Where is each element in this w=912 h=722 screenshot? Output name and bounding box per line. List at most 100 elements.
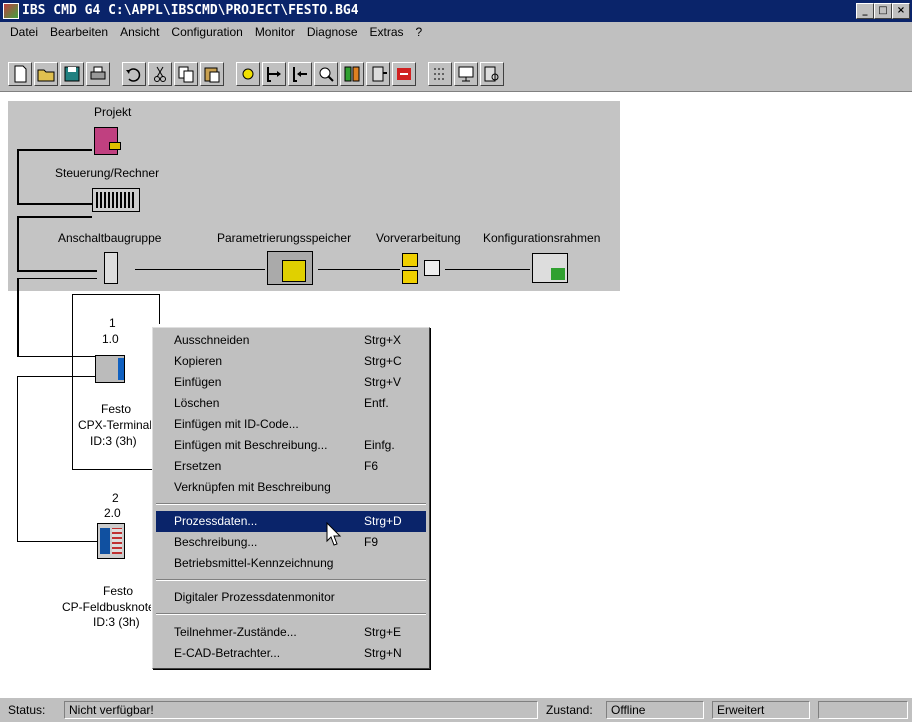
menu-item-shortcut: Entf. (364, 396, 389, 410)
device2-name: CP-Feldbusknoten (62, 600, 151, 614)
projekt-label: Projekt (94, 105, 132, 119)
menu-item-shortcut: Strg+D (364, 514, 402, 528)
menu-item-label: Teilnehmer-Zustände... (174, 625, 297, 639)
menu-bearbeiten[interactable]: Bearbeiten (44, 25, 114, 39)
app-icon (3, 3, 19, 19)
menu-item-prozessdatenmonitor[interactable]: Digitaler Prozessdatenmonitor (156, 587, 426, 608)
menu-item-shortcut: Strg+C (364, 354, 402, 368)
menu-item-ersetzen[interactable]: Ersetzen F6 (156, 456, 426, 477)
monitor-button[interactable] (392, 62, 416, 86)
upload-button[interactable] (288, 62, 312, 86)
device1-name: CPX-Terminal (78, 418, 151, 432)
upload-icon (293, 67, 307, 82)
diagnose-button[interactable] (480, 62, 504, 86)
menu-item-loeschen[interactable]: Löschen Entf. (156, 393, 426, 414)
search-icon (319, 67, 334, 82)
menu-item-label: Löschen (174, 396, 220, 410)
compare-button[interactable] (340, 62, 364, 86)
interface-card-icon[interactable] (104, 252, 118, 284)
menu-diagnose[interactable]: Diagnose (301, 25, 364, 39)
device2-number: 2 (112, 491, 119, 505)
copy-button[interactable] (174, 62, 198, 86)
cp-fieldbus-icon[interactable] (97, 523, 125, 559)
menu-item-label: Ausschneiden (174, 333, 250, 347)
menu-item-shortcut: Strg+E (364, 625, 402, 639)
menu-item-kopieren[interactable]: Kopieren Strg+C (156, 351, 426, 372)
cut-icon (154, 66, 166, 82)
menu-datei[interactable]: Datei (4, 25, 44, 39)
menu-item-beschreibung[interactable]: Beschreibung... F9 (156, 532, 426, 553)
menu-item-prozessdaten[interactable]: Prozessdaten... Strg+D (156, 511, 426, 532)
project-icon[interactable] (94, 127, 121, 155)
config-button[interactable] (236, 62, 260, 86)
menu-item-shortcut: Einfg. (364, 438, 395, 452)
tree-line (17, 216, 19, 270)
param-memory-icon[interactable] (267, 251, 313, 285)
device-frame-top (72, 294, 160, 295)
toolbar (0, 42, 912, 92)
tree-line (17, 278, 19, 356)
tree-line (17, 376, 18, 541)
status-field: Nicht verfügbar! (64, 701, 538, 719)
param-label: Parametrierungsspeicher (217, 231, 352, 245)
menu-item-shortcut: Strg+X (364, 333, 402, 347)
status-extra-field (818, 701, 908, 719)
cpx-terminal-icon[interactable] (95, 355, 125, 383)
open-button[interactable] (34, 62, 58, 86)
minimize-button[interactable]: _ (856, 3, 874, 19)
menu-item-einfuegen[interactable]: Einfügen Strg+V (156, 372, 426, 393)
konfig-label: Konfigurationsrahmen (483, 231, 601, 245)
zustand-label: Zustand: (546, 703, 593, 717)
menu-help[interactable]: ? (410, 25, 429, 39)
status-bar: Status: Nicht verfügbar! Zustand: Offlin… (0, 698, 912, 722)
mouse-cursor-icon (326, 522, 342, 546)
device2-address: 2.0 (104, 506, 121, 520)
print-button[interactable] (86, 62, 110, 86)
menu-item-shortcut: Strg+V (364, 375, 402, 389)
menu-separator (156, 579, 426, 581)
maximize-button[interactable]: □ (874, 3, 892, 19)
mode-field: Erweitert (712, 701, 810, 719)
menu-item-teilnehmer[interactable]: Teilnehmer-Zustände... Strg+E (156, 622, 426, 643)
menu-monitor[interactable]: Monitor (249, 25, 301, 39)
device1-maker: Festo (101, 402, 132, 416)
tree-line (17, 149, 19, 203)
paste-button[interactable] (200, 62, 224, 86)
menu-ansicht[interactable]: Ansicht (114, 25, 165, 39)
menu-item-einfuegen-beschreibung[interactable]: Einfügen mit Beschreibung... Einfg. (156, 435, 426, 456)
menu-item-betriebsmittel[interactable]: Betriebsmittel-Kennzeichnung (156, 553, 426, 574)
menu-extras[interactable]: Extras (364, 25, 410, 39)
menu-item-ecad[interactable]: E-CAD-Betrachter... Strg+N (156, 643, 426, 664)
device-button[interactable] (366, 62, 390, 86)
search-button[interactable] (314, 62, 338, 86)
menu-item-ausschneiden[interactable]: Ausschneiden Strg+X (156, 330, 426, 351)
download-icon (267, 67, 281, 82)
grid-button[interactable] (428, 62, 452, 86)
diagnose-icon (484, 66, 499, 82)
tree-line (17, 278, 97, 279)
save-button[interactable] (60, 62, 84, 86)
copy-icon (178, 66, 194, 83)
menu-item-label: Einfügen mit Beschreibung... (174, 438, 328, 452)
tree-line (17, 203, 92, 205)
network-canvas[interactable]: Projekt Steuerung/Rechner Anschaltbaugru… (0, 93, 912, 693)
menu-item-verknuepfen[interactable]: Verknüpfen mit Beschreibung (156, 477, 426, 498)
title-bar: IBS CMD G4 C:\APPL\IBSCMD\PROJECT\FESTO.… (0, 0, 912, 22)
bus-line (135, 269, 265, 270)
preprocessing-icon[interactable] (402, 253, 442, 285)
device-icon (372, 66, 387, 82)
steuerung-label: Steuerung/Rechner (55, 166, 160, 180)
undo-button[interactable] (122, 62, 146, 86)
cut-button[interactable] (148, 62, 172, 86)
menu-item-einfuegen-id[interactable]: Einfügen mit ID-Code... (156, 414, 426, 435)
controller-icon[interactable] (92, 188, 140, 212)
display-button[interactable] (454, 62, 478, 86)
close-button[interactable]: × (892, 3, 910, 19)
menu-item-label: E-CAD-Betrachter... (174, 646, 281, 660)
menu-item-label: Kopieren (174, 354, 223, 368)
config-frame-icon[interactable] (532, 253, 568, 283)
menu-configuration[interactable]: Configuration (165, 25, 248, 39)
new-button[interactable] (8, 62, 32, 86)
download-button[interactable] (262, 62, 286, 86)
new-icon (14, 65, 27, 83)
